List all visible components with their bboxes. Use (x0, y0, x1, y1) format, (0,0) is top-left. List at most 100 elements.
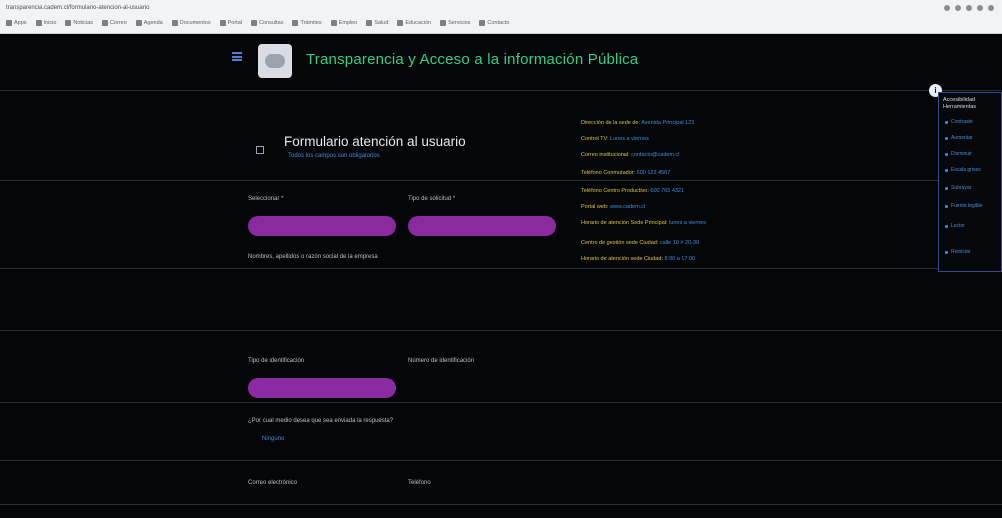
sidebar-item-label: Disminuir (951, 151, 972, 157)
sidebar-item[interactable]: Reiniciar (945, 249, 970, 255)
sidebar-item-label: Contraste (951, 119, 973, 125)
bookmark-item[interactable]: Portal (219, 20, 242, 26)
select-field[interactable] (248, 216, 396, 236)
bullet-icon (945, 204, 948, 208)
bookmark-item[interactable]: Correo (101, 20, 127, 26)
bookmark-icon (366, 20, 373, 26)
info-label: Horario de atención sede Ciudad: (581, 256, 665, 262)
bookmark-item[interactable]: Educación (397, 20, 431, 26)
form-icon (256, 146, 264, 154)
site-header: Transparencia y Acceso a la información … (0, 34, 1002, 86)
bookmark-item[interactable]: Contacto (479, 20, 509, 26)
response-option-link[interactable]: Ninguno (262, 436, 284, 442)
extension-icon[interactable] (955, 5, 961, 11)
hamburger-icon[interactable] (232, 52, 242, 61)
address-bar[interactable]: transparencia.cadem.cl/formulario-atenci… (6, 2, 149, 14)
sidebar-item[interactable]: Contraste (945, 119, 973, 125)
select-label: Seleccionar * (248, 196, 284, 202)
info-row: Control TV: Lunes a viernes (581, 136, 649, 142)
bookmark-icon (65, 20, 72, 26)
bookmark-item[interactable]: Noticias (65, 20, 93, 26)
info-value[interactable]: Avenida Principal 123 (641, 120, 694, 126)
bullet-icon (945, 152, 948, 156)
info-row: Dirección de la sede de: Avenida Princip… (581, 120, 694, 126)
bookmark-item[interactable]: Trámites (292, 20, 322, 26)
info-value[interactable]: 600 765 4321 (650, 188, 684, 194)
bookmark-label: Salud (374, 20, 389, 26)
bookmark-icon (35, 20, 42, 26)
sidebar-item[interactable]: Fuente legible (945, 203, 982, 209)
info-value[interactable]: 600 123 4567 (637, 170, 671, 176)
bookmark-label: Empleo (338, 20, 358, 26)
bookmark-label: Contacto (487, 20, 510, 26)
bookmark-label: Correo (109, 20, 127, 26)
sidebar-item-label: Subrayar (951, 185, 972, 191)
divider (0, 268, 1002, 269)
bookmark-item[interactable]: Empleo (330, 20, 358, 26)
bookmark-item[interactable]: Salud (366, 20, 388, 26)
bullet-icon (945, 120, 948, 124)
bookmark-label: Apps (14, 20, 27, 26)
info-value[interactable]: contacto@cadem.cl (631, 152, 679, 158)
info-label: Teléfono Conmutador: (581, 170, 637, 176)
extension-icon[interactable] (966, 5, 972, 11)
bookmark-icon (135, 20, 142, 26)
bookmark-label: Portal (227, 20, 242, 26)
extension-icon[interactable] (944, 5, 950, 11)
bookmark-label: Trámites (300, 20, 322, 26)
info-row: Centro de gestión sede Ciudad: calle 10 … (581, 240, 699, 246)
info-label: Horario de atención Sede Principal: (581, 220, 670, 226)
bookmark-icon (219, 20, 226, 26)
bookmark-label: Consultas (259, 20, 284, 26)
info-label: Teléfono Centro Productivo: (581, 188, 651, 194)
sidebar-item-label: Aumentar (951, 135, 973, 141)
bookmark-item[interactable]: Inicio (35, 20, 57, 26)
divider (0, 460, 1002, 461)
request-type-label: Tipo de solicitud * (408, 196, 456, 202)
bookmark-item[interactable]: Documentos (171, 20, 211, 26)
sidebar-item-label: Reiniciar (951, 249, 971, 255)
sidebar-item[interactable]: Lector (945, 223, 965, 229)
extensions-bar (944, 2, 994, 14)
bookmark-item[interactable]: Servicios (440, 20, 470, 26)
info-row: Teléfono Centro Productivo: 600 765 4321 (581, 188, 684, 194)
name-label: Nombres, apellidos o razón social de la … (248, 254, 378, 260)
sidebar-item[interactable]: Subrayar (945, 185, 971, 191)
request-type-field[interactable] (408, 216, 556, 236)
info-row: Teléfono Conmutador: 600 123 4567 (581, 170, 670, 176)
info-label: Correo institucional: (581, 152, 632, 158)
bookmark-icon (101, 20, 108, 26)
extension-icon[interactable] (977, 5, 983, 11)
bookmark-item[interactable]: Agenda (135, 20, 163, 26)
site-logo[interactable] (258, 44, 292, 78)
bookmark-icon (6, 20, 12, 26)
bullet-icon (945, 250, 948, 254)
bookmark-label: Educación (405, 20, 432, 26)
bullet-icon (945, 186, 948, 190)
profile-icon[interactable] (988, 5, 994, 11)
sidebar-item[interactable]: Aumentar (945, 135, 973, 141)
bullet-icon (945, 136, 948, 140)
phone-label: Teléfono (408, 480, 431, 486)
bookmark-icon (479, 20, 486, 26)
info-row: Portal web: www.cadem.cl (581, 204, 645, 210)
bookmark-label: Documentos (179, 20, 211, 26)
id-type-field[interactable] (248, 378, 396, 398)
sidebar-item[interactable]: Escala grises (945, 167, 981, 173)
bookmark-item[interactable]: Consultas (251, 20, 283, 26)
sidebar-item-label: Escala grises (951, 167, 981, 173)
bookmark-label: Inicio (43, 20, 57, 26)
sidebar-title: Accesibilidad (943, 97, 976, 103)
info-value[interactable]: lunes a viernes (669, 220, 706, 226)
bullet-icon (945, 224, 948, 228)
info-label: Portal web: (581, 204, 611, 210)
info-value[interactable]: www.cadem.cl (610, 204, 645, 210)
bookmark-item[interactable]: Apps (6, 20, 27, 26)
bullet-icon (945, 168, 948, 172)
info-value[interactable]: calle 10 # 20-30 (660, 240, 699, 246)
id-number-label: Número de identificación (408, 358, 475, 364)
sidebar-item[interactable]: Disminuir (945, 151, 972, 157)
info-row: Horario de atención sede Ciudad: 8:00 a … (581, 256, 695, 262)
info-value[interactable]: 8:00 a 17:00 (664, 256, 695, 262)
info-value[interactable]: Lunes a viernes (610, 136, 649, 142)
